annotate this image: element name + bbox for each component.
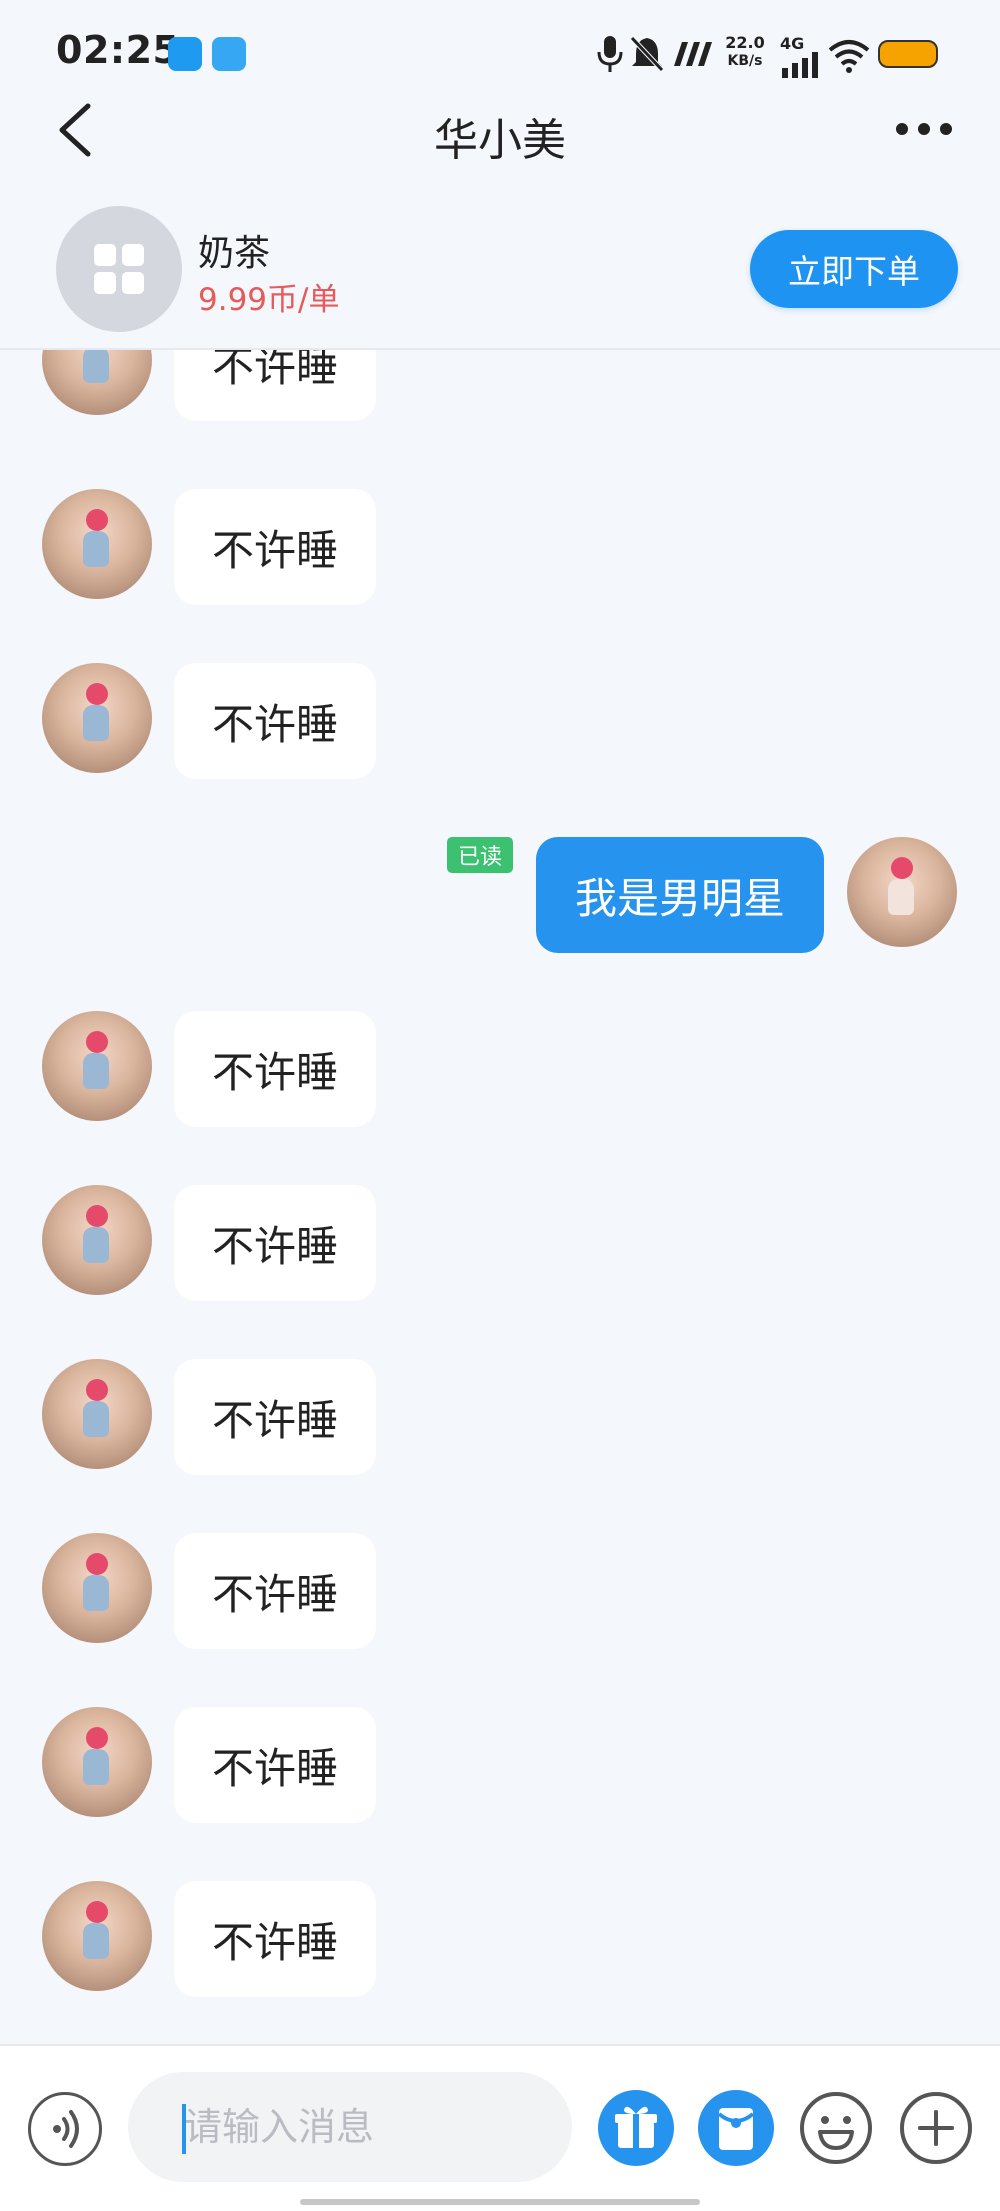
message-bubble[interactable]: 不许睡 xyxy=(174,663,376,779)
message-incoming: 不许睡 xyxy=(0,1533,1000,1653)
message-incoming: 不许睡 xyxy=(0,1185,1000,1305)
avatar[interactable] xyxy=(42,1881,152,1991)
message-outgoing: 已读 我是男明星 xyxy=(0,837,1000,957)
product-price: 9.99币/单 xyxy=(198,282,340,318)
voice-icon xyxy=(53,2110,79,2148)
avatar[interactable] xyxy=(42,1533,152,1643)
nfc-icon xyxy=(674,42,712,66)
plus-button[interactable] xyxy=(898,2090,974,2166)
message-incoming: 不许睡 xyxy=(0,1707,1000,1827)
plus-icon xyxy=(900,2092,972,2164)
message-bubble[interactable]: 不许睡 xyxy=(174,1359,376,1475)
message-bubble[interactable]: 不许睡 xyxy=(174,350,376,421)
message-incoming: 不许睡 xyxy=(0,489,1000,609)
page-title: 华小美 xyxy=(434,115,566,166)
message-bubble[interactable]: 我是男明星 xyxy=(536,837,824,953)
home-indicator[interactable] xyxy=(300,2199,700,2205)
avatar[interactable] xyxy=(42,663,152,773)
avatar[interactable] xyxy=(42,1011,152,1121)
message-bubble[interactable]: 不许睡 xyxy=(174,1011,376,1127)
message-list[interactable]: 不许睡 不许睡 不许睡 已读 我是男明星 不许睡 不许睡 不许睡 不许睡 不许睡… xyxy=(0,350,1000,2044)
red-packet-button[interactable] xyxy=(698,2090,774,2166)
app-notification-icon xyxy=(168,37,202,71)
gift-button[interactable] xyxy=(598,2090,674,2166)
product-thumbnail xyxy=(56,206,182,332)
product-name: 奶茶 xyxy=(198,233,271,274)
battery-icon xyxy=(878,40,938,68)
emoji-button[interactable] xyxy=(798,2090,874,2166)
message-incoming: 不许睡 xyxy=(0,663,1000,783)
wifi-icon xyxy=(828,40,870,73)
my-avatar[interactable] xyxy=(847,837,957,947)
avatar[interactable] xyxy=(42,1359,152,1469)
message-incoming: 不许睡 xyxy=(0,1359,1000,1479)
product-grid-icon xyxy=(94,244,144,294)
network-type: 4G xyxy=(780,34,805,53)
mic-icon xyxy=(597,36,623,72)
status-bar: 02:25 22.0 KB/s 4G xyxy=(0,0,1000,100)
message-bubble[interactable]: 不许睡 xyxy=(174,489,376,605)
message-incoming: 不许睡 xyxy=(0,350,1000,425)
net-speed: 22.0 KB/s xyxy=(720,34,770,70)
app-notification-icon-2 xyxy=(212,37,246,71)
avatar[interactable] xyxy=(42,1707,152,1817)
read-badge: 已读 xyxy=(447,837,513,873)
more-icon[interactable] xyxy=(894,114,954,144)
signal-icon xyxy=(782,52,818,78)
avatar[interactable] xyxy=(42,1185,152,1295)
status-time: 02:25 xyxy=(56,28,180,72)
avatar[interactable] xyxy=(42,489,152,599)
message-input[interactable] xyxy=(128,2072,572,2182)
message-bubble[interactable]: 不许睡 xyxy=(174,1533,376,1649)
message-bubble[interactable]: 不许睡 xyxy=(174,1881,376,1997)
order-now-button[interactable]: 立即下单 xyxy=(750,230,958,308)
gift-icon xyxy=(615,2106,657,2148)
message-incoming: 不许睡 xyxy=(0,1011,1000,1131)
net-speed-value: 22.0 xyxy=(725,33,765,52)
message-bubble[interactable]: 不许睡 xyxy=(174,1707,376,1823)
net-speed-unit: KB/s xyxy=(727,53,763,69)
emoji-icon xyxy=(800,2092,872,2164)
mute-bell-icon xyxy=(630,36,664,72)
voice-button[interactable] xyxy=(28,2092,102,2166)
text-caret xyxy=(182,2104,186,2154)
message-bubble[interactable]: 不许睡 xyxy=(174,1185,376,1301)
message-incoming: 不许睡 xyxy=(0,1881,1000,2001)
avatar[interactable] xyxy=(42,350,152,415)
red-packet-icon xyxy=(717,2108,755,2150)
